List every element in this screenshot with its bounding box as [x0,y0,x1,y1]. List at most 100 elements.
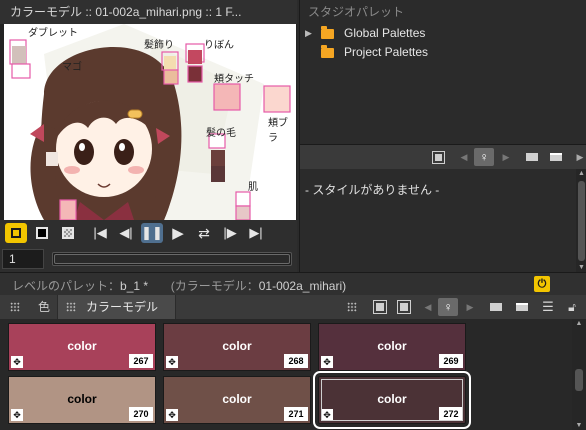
studio-palette-panel: スタジオパレット ▶ Global Palettes Project Palet… [299,0,586,144]
key-icon: ♀ [479,150,489,164]
new-style-button[interactable] [546,148,566,166]
swatch-grid: color ✥ 267 color ✥ 268 color ✥ 269 colo… [0,319,572,430]
grid-icon [10,302,20,312]
annotation-cheek-brush: 頬ブラ [268,118,288,144]
checker-bg-icon [62,227,74,239]
swatch-268[interactable]: color ✥ 268 [163,323,311,371]
new-style-button[interactable] [512,298,532,316]
scroll-thumb[interactable] [578,181,585,261]
scroll-up-icon[interactable]: ▲ [576,169,586,179]
save-icon [431,150,445,164]
tab-label: 色 [38,300,51,314]
scroll-thumb[interactable] [575,369,583,391]
tree-item-global-palettes[interactable]: ▶ Global Palettes [300,24,586,43]
first-frame-button[interactable]: |◀ [89,223,111,243]
swatch-271[interactable]: color ✥ 271 [163,376,311,424]
new-page-icon [490,303,502,311]
folder-icon [321,45,334,58]
next-button[interactable]: ▶ [460,298,480,316]
swatch-270[interactable]: color ✥ 270 [8,376,156,424]
move-handle-icon[interactable]: ✥ [321,356,333,368]
power-icon: ⏻ [537,278,547,290]
expand-arrow-icon[interactable]: ▶ [305,24,312,43]
level-palette-scrollbar[interactable]: ▲ ▼ [572,319,586,430]
black-bg-button[interactable] [31,223,53,243]
last-frame-button[interactable]: ▶| [245,223,267,243]
swatch-name: color [222,392,252,406]
swatch-269[interactable]: color ✥ 269 [318,323,466,371]
swatch-id: 272 [439,407,463,421]
prev-frame-button[interactable]: ◀| [115,223,137,243]
move-handle-icon[interactable]: ✥ [11,356,23,368]
loop-button[interactable]: ⇄ [193,223,215,243]
move-handle-icon[interactable]: ✥ [166,409,178,421]
scroll-down-icon[interactable]: ▼ [572,421,586,430]
move-handle-icon[interactable]: ✥ [321,409,333,421]
frame-number-field[interactable]: 1 [2,249,44,269]
studio-palette-title: スタジオパレット [300,0,586,24]
move-handle-icon[interactable]: ✥ [11,409,23,421]
pause-button[interactable]: ❚❚ [141,223,163,243]
color-model-canvas[interactable]: ダブレット マゴ 髪飾り りぼん 頬タッチ 髪の毛 頬ブラ 肌 [4,24,296,220]
swatch-name: color [377,392,407,406]
key-button[interactable]: ♀ [438,298,458,316]
annotation-hair-color: 髪の毛 [206,128,236,139]
prev-frame-icon: ◀| [119,225,133,240]
scroll-up-icon[interactable]: ▲ [572,319,586,329]
tree-item-project-palettes[interactable]: Project Palettes [300,43,586,62]
tree-item-label: Global Palettes [344,26,426,40]
tree-item-label: Project Palettes [344,45,429,59]
next-button[interactable]: ▶ [496,148,516,166]
save-as-button[interactable] [370,298,390,316]
next-frame-button[interactable]: |▶ [219,223,241,243]
move-handle-icon[interactable]: ✥ [166,356,178,368]
play-icon: ▶ [172,225,184,242]
style-scrollbar[interactable]: ▲ ▼ [576,169,586,273]
overflow-arrow-icon: ▶ [576,151,584,162]
new-style-icon [516,303,528,311]
camera-stand-toggle-button[interactable] [5,223,27,243]
annotation-doublet: ダブレット [28,28,78,39]
tab-label: カラーモデル [86,300,159,314]
new-page-button[interactable] [522,148,542,166]
prev-button[interactable]: ◀ [418,298,438,316]
last-frame-icon: ▶| [249,225,263,240]
swatch-272[interactable]: color ✥ 272 [313,371,471,429]
key-button[interactable]: ♀ [474,148,494,166]
new-page-button[interactable] [486,298,506,316]
annotation-ribbon: りぼん [204,40,234,51]
toolbar-overflow-button[interactable]: ▶ [570,148,586,166]
level-palette-label: レベルのパレット： [12,279,121,293]
no-style-message: - スタイルがありません - [305,183,440,197]
swatch-267[interactable]: color ✥ 267 [8,323,156,371]
new-page-icon [526,153,538,161]
pause-icon: ❚❚ [141,225,163,240]
frame-bar: 1 [0,246,297,272]
left-arrow-icon: ◀ [424,301,432,312]
annotation-cheek-touch: 頬タッチ [214,74,254,85]
folder-icon [321,26,334,39]
loop-icon: ⇄ [198,224,210,241]
black-bg-icon [36,227,48,239]
left-arrow-icon: ◀ [460,151,468,162]
save-palette-button[interactable] [428,148,448,166]
tab-color-model[interactable]: カラーモデル [57,295,176,319]
right-arrow-icon: ▶ [502,151,510,162]
prev-button[interactable]: ◀ [454,148,474,166]
save-button[interactable] [394,298,414,316]
palette-name: b_1 * [120,279,149,293]
save-as-icon [373,300,387,314]
checker-bg-button[interactable] [57,223,79,243]
view-mode-button[interactable] [342,298,362,316]
viewer-panel: カラーモデル :: 01-002a_mihari.png :: 1 F... ダ… [0,0,297,272]
grid-view-icon [347,302,357,312]
tab-color[interactable]: 色 [0,295,56,319]
freeze-toggle-button[interactable]: ⏻ [534,276,550,292]
frame-slider[interactable] [52,252,292,266]
annotation-hair-ornament: 髪飾り [144,40,174,51]
key-icon: ♀ [443,300,453,314]
play-button[interactable]: ▶ [167,223,189,243]
lock-button[interactable]: 🔓︎ [562,298,582,316]
swatch-name: color [377,339,407,353]
menu-button[interactable]: ☰ [538,298,558,316]
